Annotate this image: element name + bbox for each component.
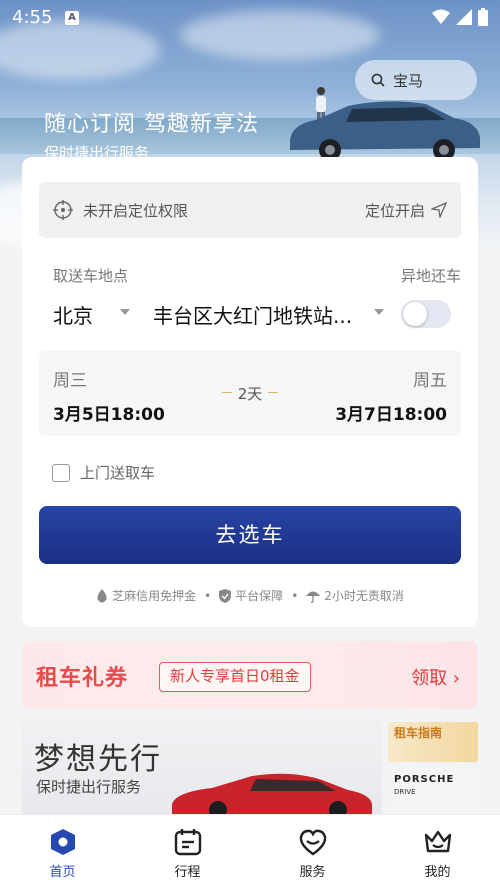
- search-box[interactable]: 宝马: [355, 60, 477, 100]
- rental-duration: 2天: [222, 383, 278, 404]
- home-icon: [50, 829, 75, 855]
- hero-car-image: [290, 101, 480, 161]
- search-icon: [371, 73, 385, 87]
- tab-label: 行程: [174, 865, 201, 880]
- coupon-banner[interactable]: 租车礼券 新人专享首日0租金 领取 ›: [22, 641, 478, 709]
- porsche-drive-thumbnail[interactable]: PORSCHE DRIVE: [388, 768, 478, 814]
- navigation-arrow-icon: [431, 202, 447, 218]
- dot-separator: •: [204, 588, 212, 603]
- crown-icon: [424, 830, 451, 853]
- drive-label: DRIVE: [394, 788, 416, 796]
- guarantee-item: 平台保障: [219, 587, 283, 604]
- battery-icon: [478, 8, 488, 26]
- date-range-selector[interactable]: 周三 周五 3月5日18:00 3月7日18:00 2天: [39, 350, 461, 436]
- system-icons: [432, 8, 488, 26]
- guide-thumbnail-text: 租车指南: [394, 726, 443, 740]
- tab-label: 我的: [424, 865, 451, 880]
- guarantee-text: 平台保障: [235, 589, 284, 603]
- enable-location-button[interactable]: 定位开启: [365, 200, 447, 221]
- tab-home[interactable]: 首页: [0, 815, 125, 888]
- drop-icon: [97, 588, 107, 602]
- door-service-checkbox[interactable]: [52, 463, 70, 482]
- start-weekday: 周三: [53, 371, 87, 391]
- umbrella-icon: [306, 591, 321, 603]
- guarantee-item: 2小时无责取消: [306, 587, 404, 604]
- coupon-title: 租车礼券: [36, 666, 129, 691]
- claim-coupon-button[interactable]: 领取 ›: [411, 664, 460, 690]
- promo-banner[interactable]: 梦想先行 保时捷出行服务 租车指南 PORSCHE DRIVE: [22, 720, 478, 814]
- end-weekday: 周五: [413, 371, 447, 391]
- city-selector[interactable]: 北京: [53, 300, 93, 329]
- door-service-option[interactable]: 上门送取车: [52, 462, 155, 483]
- end-datetime[interactable]: 3月7日18:00: [335, 400, 447, 425]
- tab-services[interactable]: 服务: [250, 815, 375, 888]
- dot-separator: •: [291, 588, 299, 603]
- banner-title: 梦想先行: [34, 742, 162, 777]
- banner-car-image: [172, 773, 372, 814]
- choose-car-button[interactable]: 去选车: [39, 506, 461, 564]
- booking-card: 未开启定位权限 定位开启 取送车地点 异地还车 北京 丰台区大红门地铁站... …: [22, 157, 478, 627]
- diff-return-label: 异地还车: [400, 267, 461, 285]
- enable-location-label: 定位开启: [364, 201, 425, 220]
- tab-trips[interactable]: 行程: [125, 815, 250, 888]
- door-service-label: 上门送取车: [80, 464, 156, 482]
- bottom-tab-bar: 首页 行程 服务 我的: [0, 814, 500, 888]
- porsche-logo: PORSCHE: [394, 774, 455, 785]
- guarantee-text: 芝麻信用免押金: [112, 589, 197, 603]
- guarantee-row: 芝麻信用免押金 • 平台保障 • 2小时无责取消: [22, 587, 478, 604]
- tab-label: 服务: [299, 865, 326, 880]
- guarantee-text: 2小时无责取消: [324, 589, 404, 603]
- toggle-knob: [403, 302, 427, 326]
- search-placeholder: 宝马: [393, 71, 424, 90]
- notification-icon: A: [65, 11, 79, 25]
- signal-icon: [456, 9, 472, 25]
- pickup-label: 取送车地点: [53, 267, 129, 285]
- crosshair-icon: [53, 200, 73, 220]
- start-datetime[interactable]: 3月5日18:00: [53, 400, 165, 425]
- guide-thumbnail[interactable]: 租车指南: [388, 722, 478, 762]
- shield-check-icon: [219, 588, 232, 603]
- location-permission-bar[interactable]: 未开启定位权限 定位开启: [39, 182, 461, 238]
- address-selector[interactable]: 丰台区大红门地铁站...: [153, 300, 371, 329]
- guarantee-item: 芝麻信用免押金: [96, 587, 196, 604]
- coupon-tag: 新人专享首日0租金: [159, 662, 311, 692]
- location-status: 未开启定位权限: [83, 201, 189, 220]
- heart-service-icon: [299, 829, 326, 856]
- tab-label: 首页: [49, 865, 76, 880]
- chevron-down-icon[interactable]: [374, 309, 384, 315]
- calendar-icon: [174, 829, 201, 856]
- status-bar: 4:55 A: [0, 0, 500, 36]
- banner-subtitle: 保时捷出行服务: [36, 778, 142, 796]
- tab-profile[interactable]: 我的: [375, 815, 500, 888]
- status-time: 4:55: [12, 7, 53, 28]
- wifi-icon: [432, 9, 450, 24]
- chevron-down-icon[interactable]: [120, 309, 130, 315]
- diff-return-toggle[interactable]: [401, 300, 451, 328]
- hero-slogan: 随心订阅 驾趣新享法: [44, 112, 259, 137]
